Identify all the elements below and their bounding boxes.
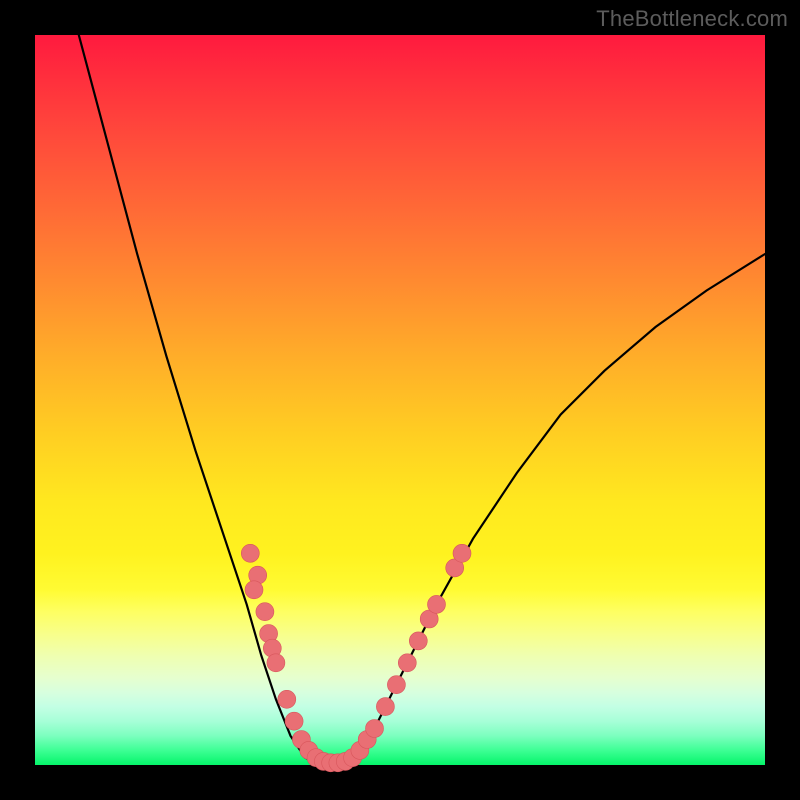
data-point [376,698,394,716]
plot-area [35,35,765,765]
data-point [409,632,427,650]
data-points-group [241,544,471,772]
data-point [278,690,296,708]
watermark-text: TheBottleneck.com [596,6,788,32]
data-point [428,595,446,613]
data-point [285,712,303,730]
data-point [366,720,384,738]
data-point [387,676,405,694]
data-point [267,654,285,672]
bottleneck-curve [79,35,765,765]
chart-svg [35,35,765,765]
data-point [398,654,416,672]
data-point [241,544,259,562]
data-point [245,581,263,599]
data-point [256,603,274,621]
chart-frame: TheBottleneck.com [0,0,800,800]
data-point [453,544,471,562]
